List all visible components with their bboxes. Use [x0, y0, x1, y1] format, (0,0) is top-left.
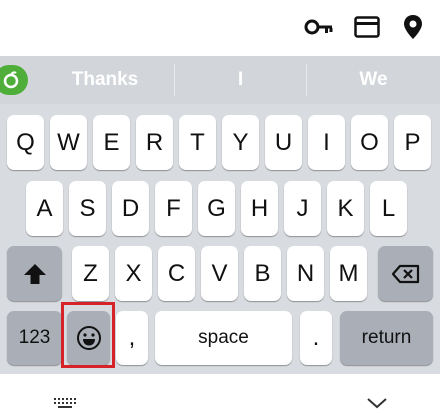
key-k[interactable]: K [327, 181, 364, 236]
key-z[interactable]: Z [72, 246, 109, 301]
space-key[interactable]: space [155, 311, 292, 365]
shift-key[interactable] [7, 246, 62, 301]
key-h[interactable]: H [241, 181, 278, 236]
key-j[interactable]: J [284, 181, 321, 236]
suggestion-item[interactable]: We [307, 56, 440, 104]
key-s[interactable]: S [69, 181, 106, 236]
key-y[interactable]: Y [222, 115, 259, 170]
key-c[interactable]: C [158, 246, 195, 301]
card-icon[interactable] [353, 13, 381, 41]
numbers-key[interactable]: 123 [7, 311, 62, 365]
shift-arrow-icon [23, 263, 46, 284]
key-v[interactable]: V [201, 246, 238, 301]
key-d[interactable]: D [112, 181, 149, 236]
key-u[interactable]: U [265, 115, 302, 170]
keyboard-grid-icon[interactable] [53, 396, 77, 414]
period-key[interactable]: . [300, 311, 332, 365]
navigation-bar [0, 374, 440, 415]
suggestion-item[interactable]: I [175, 56, 306, 104]
key-f[interactable]: F [155, 181, 192, 236]
chevron-down-icon[interactable] [366, 396, 388, 415]
key-m[interactable]: M [330, 246, 367, 301]
key-n[interactable]: N [287, 246, 324, 301]
key-r[interactable]: R [136, 115, 173, 170]
top-bar [0, 0, 440, 56]
backspace-icon [391, 264, 419, 283]
key-l[interactable]: L [370, 181, 407, 236]
key-x[interactable]: X [115, 246, 152, 301]
key-w[interactable]: W [50, 115, 87, 170]
location-pin-icon[interactable] [401, 13, 425, 41]
key-a[interactable]: A [26, 181, 63, 236]
suggestion-bar: Thanks I We [0, 56, 440, 104]
key-b[interactable]: B [244, 246, 281, 301]
key-p[interactable]: P [394, 115, 431, 170]
return-key[interactable]: return [340, 311, 433, 365]
keyboard-logo-icon[interactable] [0, 65, 28, 95]
key-q[interactable]: Q [7, 115, 44, 170]
key-i[interactable]: I [308, 115, 345, 170]
key-g[interactable]: G [198, 181, 235, 236]
key-e[interactable]: E [93, 115, 130, 170]
suggestion-item[interactable]: Thanks [36, 56, 174, 104]
key-o[interactable]: O [351, 115, 388, 170]
key-t[interactable]: T [179, 115, 216, 170]
emoji-key-highlight [61, 302, 115, 368]
key-icon[interactable] [303, 13, 335, 41]
comma-key[interactable]: , [116, 311, 148, 365]
backspace-key[interactable] [378, 246, 433, 301]
